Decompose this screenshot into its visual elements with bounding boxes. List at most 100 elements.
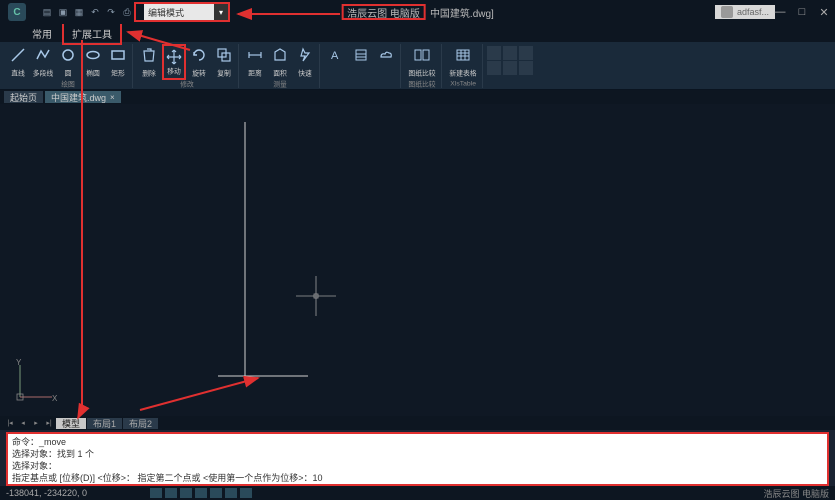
ribbon-group-draw: 直线 多段线 圆 椭圆 矩形 绘图: [4, 44, 133, 88]
tool-area[interactable]: 面积: [268, 44, 292, 80]
tool-distance[interactable]: 距离: [243, 44, 267, 80]
status-osnap-icon[interactable]: [210, 488, 222, 498]
move-icon: [164, 47, 184, 66]
cmd-line-4: 指定基点或 [位移(D)] <位移>： 指定第二个点或 <使用第一个点作为位移>…: [12, 472, 823, 484]
tool-quick[interactable]: 快速: [293, 44, 317, 80]
layout-tab-2[interactable]: 布局2: [123, 418, 158, 429]
qat-undo-icon[interactable]: ↶: [88, 5, 102, 19]
ribbon-group-modify: 删除 移动 旋转 复制 修改: [135, 44, 239, 88]
status-lwt-icon[interactable]: [240, 488, 252, 498]
small-tool-5[interactable]: [503, 61, 517, 75]
user-name: adfasf...: [737, 7, 769, 17]
rect-icon: [108, 45, 128, 65]
qat-print-icon[interactable]: ⎙: [120, 5, 134, 19]
window-controls: — □ ✕: [773, 5, 831, 19]
status-polar-icon[interactable]: [195, 488, 207, 498]
command-line[interactable]: 命令：_move 选择对象：找到 1 个 选择对象： 指定基点或 [位移(D)]…: [6, 432, 829, 486]
group-label-draw: 绘图: [61, 80, 75, 89]
document-tabs: 起始页 中国建筑.dwg×: [0, 90, 835, 104]
status-right-label: 浩辰云图 电脑版: [763, 487, 829, 500]
tool-polyline[interactable]: 多段线: [31, 44, 55, 80]
tool-new-table[interactable]: 新建表格: [446, 44, 480, 80]
coordinates: -138041, -234220, 0: [6, 488, 87, 498]
layout-tabs: |◂ ◂ ▸ ▸| 模型 布局1 布局2: [0, 416, 835, 430]
status-ortho-icon[interactable]: [180, 488, 192, 498]
svg-text:A: A: [331, 50, 339, 62]
ribbon-group-annotate: A: [322, 44, 401, 88]
table-icon: [453, 45, 473, 65]
tab-extend-tools[interactable]: 扩展工具: [62, 22, 122, 45]
status-grid-icon[interactable]: [165, 488, 177, 498]
tool-line[interactable]: 直线: [6, 44, 30, 80]
app-name-label: 浩辰云图 电脑版: [341, 4, 426, 20]
app-tab-row: 常用 扩展工具: [0, 24, 835, 42]
ribbon-group-compare: 图纸比较 图纸比较: [403, 44, 442, 88]
small-tool-4[interactable]: [487, 61, 501, 75]
layout-tab-1[interactable]: 布局1: [87, 418, 122, 429]
tool-copy[interactable]: 复制: [212, 44, 236, 80]
app-logo[interactable]: C: [8, 3, 26, 21]
qat-save-icon[interactable]: ▦: [72, 5, 86, 19]
drawing-canvas[interactable]: Y X: [0, 104, 835, 416]
tool-compare[interactable]: 图纸比较: [405, 44, 439, 80]
hatch-icon: [351, 45, 371, 65]
mode-selector[interactable]: 编辑模式: [144, 4, 214, 20]
polyline-icon: [33, 45, 53, 65]
tool-rect[interactable]: 矩形: [106, 44, 130, 80]
user-account[interactable]: adfasf...: [715, 5, 775, 19]
tool-ellipse[interactable]: 椭圆: [81, 44, 105, 80]
distance-icon: [245, 45, 265, 65]
title-bar: C ▤ ▣ ▦ ↶ ↷ ⎙ 编辑模式 ▾ 浩辰云图 电脑版 中国建筑.dwg] …: [0, 0, 835, 24]
quick-access-toolbar: ▤ ▣ ▦ ↶ ↷ ⎙: [40, 5, 134, 19]
cmd-line-3: 选择对象：: [12, 460, 823, 472]
text-icon: A: [326, 45, 346, 65]
small-tool-6[interactable]: [519, 61, 533, 75]
qat-redo-icon[interactable]: ↷: [104, 5, 118, 19]
status-toggle-icons: [150, 488, 252, 498]
cloud-icon: [376, 45, 396, 65]
small-tool-3[interactable]: [519, 46, 533, 60]
qat-open-icon[interactable]: ▣: [56, 5, 70, 19]
status-otrack-icon[interactable]: [225, 488, 237, 498]
group-label-measure: 测量: [273, 80, 287, 89]
circle-icon: [58, 45, 78, 65]
title-center: 浩辰云图 电脑版 中国建筑.dwg]: [341, 4, 494, 20]
status-snap-icon[interactable]: [150, 488, 162, 498]
svg-text:Y: Y: [16, 359, 22, 367]
layout-nav-next[interactable]: ▸: [30, 418, 42, 428]
doc-tab-file1[interactable]: 中国建筑.dwg×: [45, 91, 121, 103]
line-icon: [8, 45, 28, 65]
layout-nav-first[interactable]: |◂: [4, 418, 16, 428]
copy-icon: [214, 45, 234, 65]
tool-circle[interactable]: 圆: [56, 44, 80, 80]
mode-selector-wrap: 编辑模式 ▾: [134, 2, 230, 22]
cmd-line-2: 选择对象：找到 1 个: [12, 448, 823, 460]
tool-text[interactable]: A: [324, 44, 348, 80]
ucs-icon: Y X: [14, 359, 58, 408]
layout-tab-model[interactable]: 模型: [56, 418, 86, 429]
avatar-icon: [721, 6, 733, 18]
mode-dropdown-icon[interactable]: ▾: [214, 4, 228, 20]
title-filename: 中国建筑.dwg]: [430, 5, 494, 20]
tool-cloud[interactable]: [374, 44, 398, 80]
tab-common[interactable]: 常用: [24, 24, 60, 43]
tool-rotate[interactable]: 旋转: [187, 44, 211, 80]
tool-move[interactable]: 移动: [162, 44, 186, 80]
layout-nav-prev[interactable]: ◂: [17, 418, 29, 428]
group-label-compare: 图纸比较: [408, 80, 435, 89]
small-tool-2[interactable]: [503, 46, 517, 60]
close-button[interactable]: ✕: [817, 5, 831, 19]
tool-hatch[interactable]: [349, 44, 373, 80]
ribbon-group-measure: 距离 面积 快速 测量: [241, 44, 320, 88]
doc-tab-start[interactable]: 起始页: [4, 91, 43, 103]
qat-new-icon[interactable]: ▤: [40, 5, 54, 19]
minimize-button[interactable]: —: [773, 5, 787, 19]
compare-icon: [412, 45, 432, 65]
ellipse-icon: [83, 45, 103, 65]
ribbon-group-table: 新建表格 XlsTable: [444, 44, 483, 88]
maximize-button[interactable]: □: [795, 5, 809, 19]
doc-close-icon[interactable]: ×: [110, 93, 115, 102]
tool-delete[interactable]: 删除: [137, 44, 161, 80]
layout-nav-last[interactable]: ▸|: [43, 418, 55, 428]
small-tool-1[interactable]: [487, 46, 501, 60]
